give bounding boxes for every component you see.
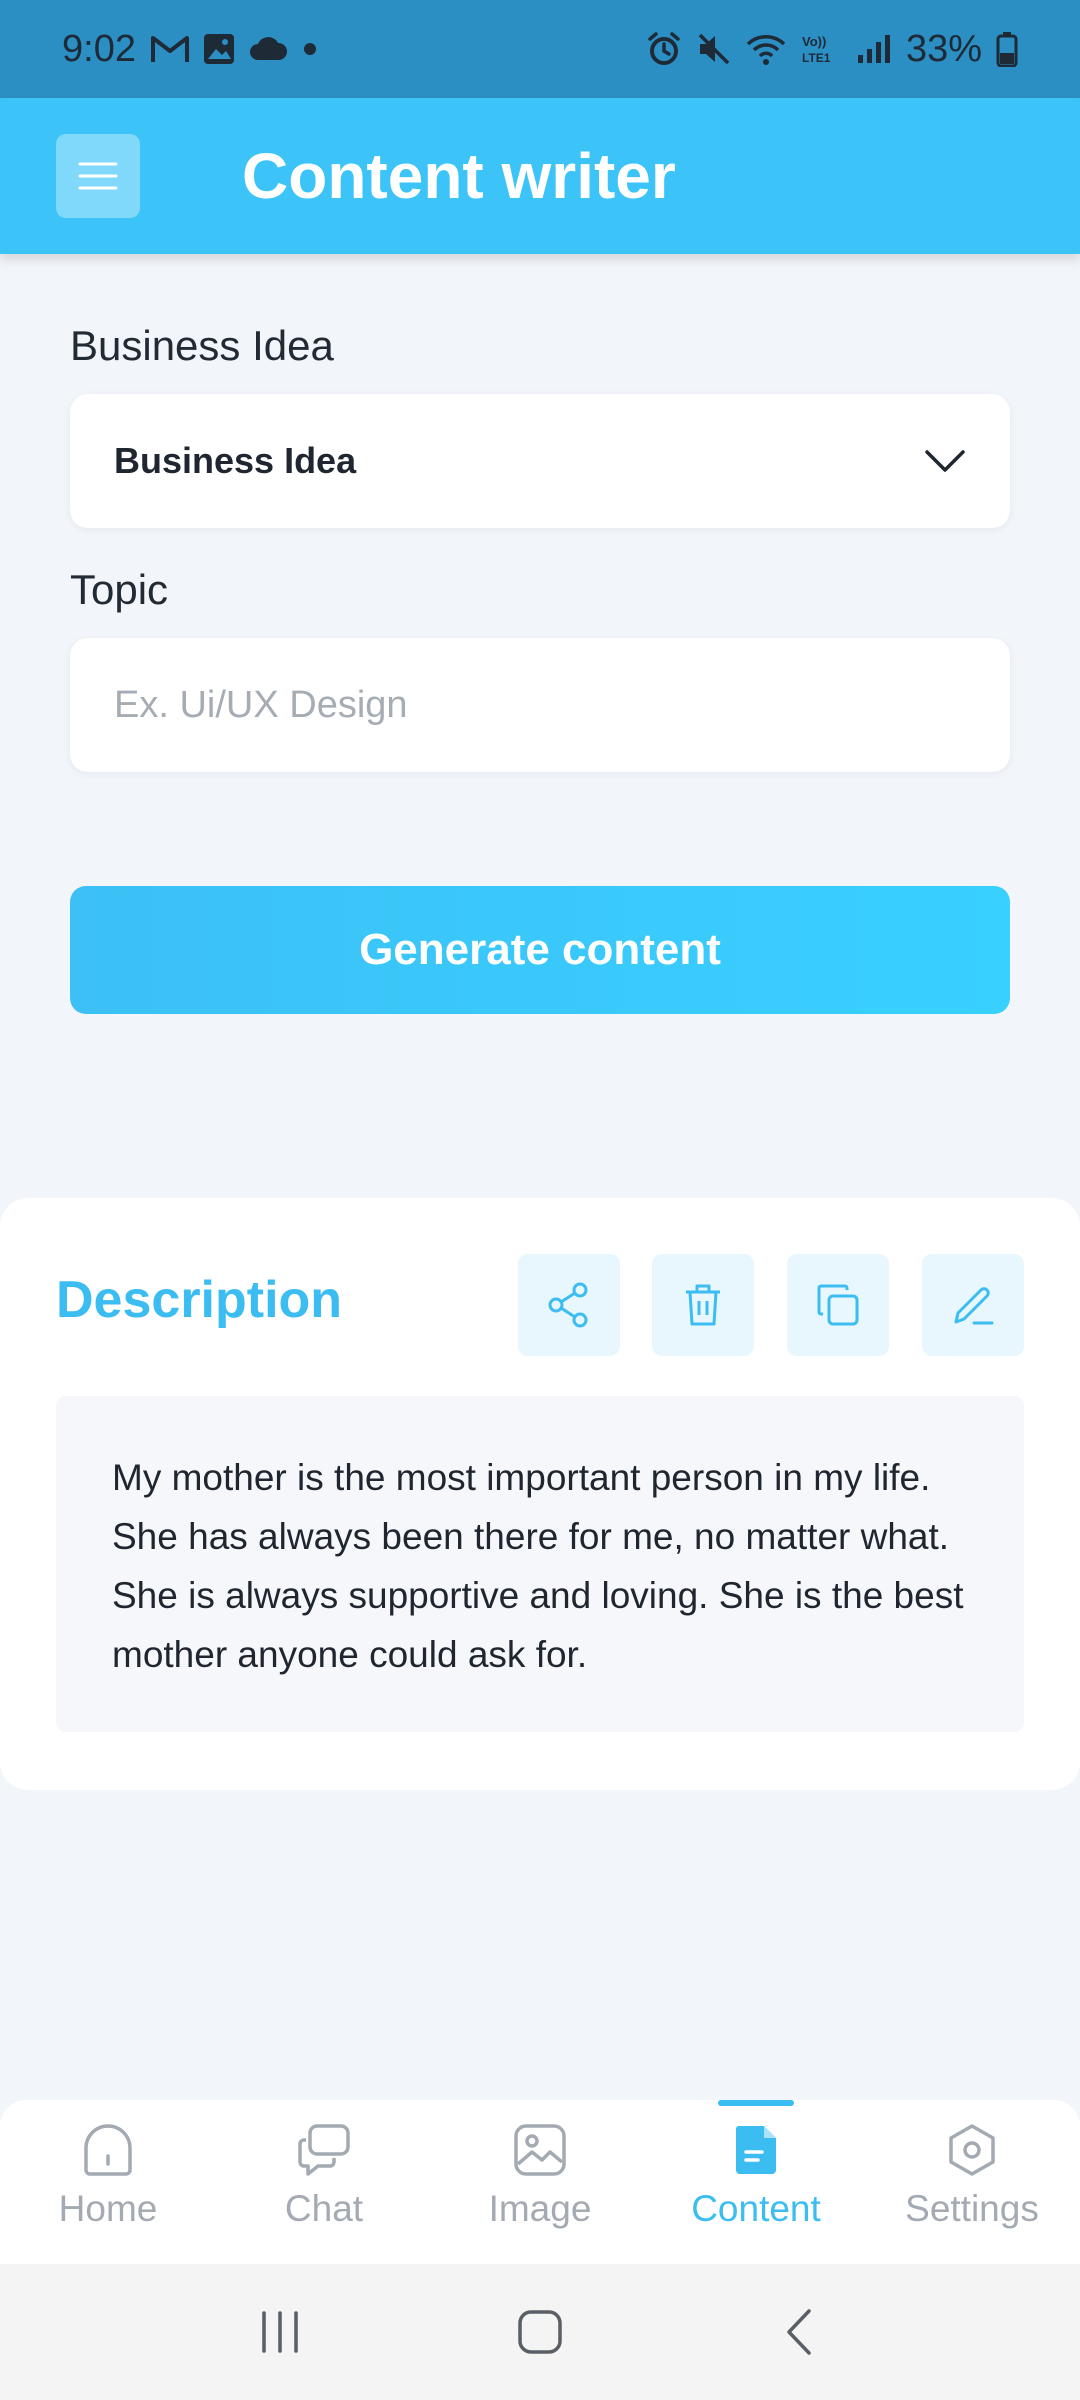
nav-item-home[interactable]: Home — [0, 2100, 216, 2264]
pencil-icon — [954, 1287, 994, 1325]
settings-icon — [949, 2124, 995, 2176]
delete-button[interactable] — [652, 1254, 754, 1356]
home-icon — [84, 2124, 132, 2176]
generate-content-button[interactable]: Generate content — [70, 886, 1010, 1014]
description-title: Description — [56, 1271, 343, 1329]
nav-label-chat: Chat — [284, 2188, 364, 2229]
battery-icon — [996, 32, 1018, 67]
cloud-icon — [249, 37, 287, 60]
status-bar: 9:02 Vo)) LTE1 33% — [0, 0, 1080, 98]
alarm-icon — [648, 32, 680, 65]
nav-item-image[interactable]: Image — [432, 2100, 648, 2264]
share-button[interactable] — [518, 1254, 620, 1356]
nav-item-content[interactable]: Content — [648, 2100, 864, 2264]
copy-icon — [817, 1284, 859, 1326]
system-icons: Vo)) LTE1 33% — [646, 28, 1018, 71]
back-icon[interactable] — [775, 2307, 825, 2357]
app-bar: Content writer — [0, 98, 1080, 254]
business-idea-selected: Business Idea — [114, 440, 357, 481]
topic-input[interactable] — [114, 683, 966, 727]
nav-item-chat[interactable]: Chat — [216, 2100, 432, 2264]
page-title: Content writer — [242, 140, 676, 212]
menu-button[interactable] — [56, 134, 140, 218]
nav-label-image: Image — [488, 2188, 592, 2229]
system-navigation-bar — [0, 2264, 1080, 2400]
mute-icon — [698, 33, 730, 65]
active-tab-indicator — [718, 2100, 794, 2106]
nav-label-settings: Settings — [905, 2188, 1039, 2229]
chevron-down-icon — [925, 450, 965, 472]
bottom-navigation: Home Chat Image Content Settings — [0, 2100, 1080, 2264]
topic-field[interactable] — [70, 638, 1010, 772]
dot-icon — [303, 43, 316, 55]
copy-button[interactable] — [787, 1254, 889, 1356]
svg-text:Vo)): Vo)) — [802, 34, 826, 49]
gallery-icon — [203, 34, 234, 64]
notification-icons — [150, 32, 320, 66]
share-icon — [548, 1282, 588, 1328]
gmail-icon — [150, 36, 189, 62]
svg-text:LTE1: LTE1 — [802, 51, 831, 65]
trash-icon — [686, 1284, 720, 1326]
nav-label-home: Home — [58, 2188, 158, 2229]
business-idea-label: Business Idea — [70, 322, 334, 369]
hamburger-icon — [78, 162, 118, 190]
recent-apps-icon[interactable] — [255, 2307, 305, 2357]
chat-icon — [298, 2124, 350, 2176]
signal-icon — [857, 35, 890, 63]
document-icon — [735, 2126, 776, 2174]
volte-icon: Vo)) LTE1 — [802, 34, 831, 65]
edit-button[interactable] — [922, 1254, 1024, 1356]
description-card: Description My mother is the most import… — [0, 1198, 1080, 1790]
topic-label: Topic — [70, 566, 169, 613]
image-icon — [514, 2124, 566, 2176]
wifi-icon — [746, 35, 786, 65]
nav-item-settings[interactable]: Settings — [864, 2100, 1080, 2264]
nav-label-content: Content — [691, 2188, 821, 2229]
battery-percent: 33% — [905, 27, 982, 70]
status-time: 9:02 — [62, 27, 136, 70]
description-text: My mother is the most important person i… — [56, 1396, 1024, 1732]
home-button-icon[interactable] — [515, 2307, 565, 2357]
business-idea-dropdown[interactable]: Business Idea — [70, 394, 1010, 528]
